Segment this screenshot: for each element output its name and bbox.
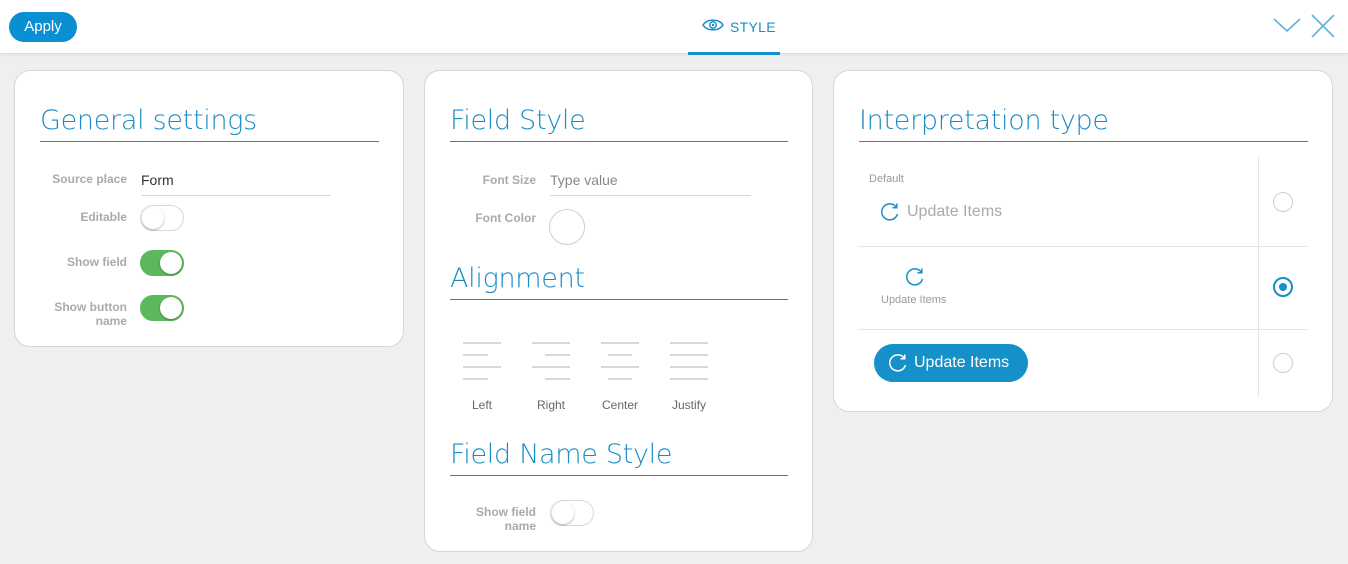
alignment-title: Alignment [450,263,585,294]
interpretation-type-title: Interpretation type [859,105,1109,136]
align-left-icon [463,342,501,380]
option-stacked-radio[interactable] [1273,277,1293,297]
show-field-label: Show field [67,255,127,269]
align-justify-icon [670,342,708,380]
interpretation-option-inline[interactable]: Default Update Items [859,157,1258,246]
interpretation-option-button[interactable]: Update Items [874,344,1028,382]
field-style-title: Field Style [450,105,586,136]
alignment-divider [450,299,788,300]
editable-toggle[interactable] [140,205,184,231]
option-label: Update Items [881,294,947,306]
tab-active-indicator [688,52,780,55]
align-center-option[interactable]: Center [600,341,640,412]
align-left-option[interactable]: Left [462,341,502,412]
font-size-underline [550,195,751,196]
tab-style[interactable]: STYLE [688,0,780,55]
align-justify-option[interactable]: Justify [669,341,709,412]
chevron-down-icon[interactable] [1273,14,1301,36]
font-color-picker[interactable] [549,209,585,245]
row-separator [859,329,1308,330]
close-icon[interactable] [1311,14,1335,38]
title-divider [40,141,379,142]
align-right-label: Right [536,398,565,412]
field-name-style-title: Field Name Style [450,439,673,470]
tab-style-label: STYLE [730,19,776,35]
show-field-name-toggle[interactable] [550,500,594,526]
refresh-icon [889,354,907,372]
show-field-name-label: Show field name [476,505,536,533]
general-settings-title: General settings [40,105,257,136]
column-separator [1258,157,1259,397]
refresh-icon [906,268,924,286]
interpretation-option-stacked[interactable]: Update Items [859,247,1258,329]
source-place-label: Source place [52,172,127,186]
eye-icon [702,19,724,31]
title-divider [859,141,1308,142]
source-place-input[interactable]: Form [141,172,331,188]
align-left-label: Left [471,398,492,412]
show-button-name-toggle[interactable] [140,295,184,321]
apply-button[interactable]: Apply [9,12,77,42]
font-size-label: Font Size [482,173,536,187]
source-place-underline [141,195,331,196]
default-label: Default [869,173,904,185]
align-justify-label: Justify [671,398,706,412]
align-center-label: Center [601,398,639,412]
font-size-input[interactable]: Type value [550,172,750,188]
show-button-name-label: Show button name [54,300,127,328]
align-right-icon [532,342,570,380]
align-right-option[interactable]: Right [531,341,571,412]
refresh-icon [881,203,899,221]
title-divider [450,141,788,142]
field-style-card: Field Style Font Size Type value Font Co… [424,70,813,552]
align-center-icon [601,342,639,380]
option-label: Update Items [914,354,1010,371]
show-field-toggle[interactable] [140,250,184,276]
editable-label: Editable [80,210,127,224]
font-color-label: Font Color [475,211,536,225]
general-settings-card: General settings Source place Form Edita… [14,70,404,347]
option-label: Update Items [907,203,1003,220]
option-button-radio[interactable] [1273,353,1293,373]
interpretation-type-card: Interpretation type Default Update Items… [833,70,1333,412]
top-toolbar: Apply STYLE [0,0,1348,55]
field-name-style-divider [450,475,788,476]
option-inline-radio[interactable] [1273,192,1293,212]
